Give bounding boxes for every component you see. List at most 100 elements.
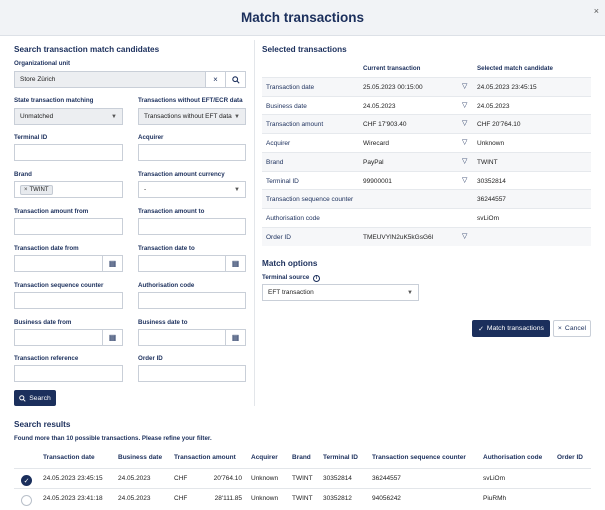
current-value: 24.05.2023	[363, 102, 396, 110]
org-unit-input[interactable]: Store Zürich	[14, 71, 206, 88]
business-from-input[interactable]	[14, 329, 103, 346]
filter-icon[interactable]: ▽	[462, 119, 467, 127]
amount-from-label: Transaction amount from	[14, 208, 89, 215]
auth-code-label: Authorisation code	[138, 282, 195, 289]
filter-icon[interactable]: ▽	[462, 232, 467, 240]
filter-icon[interactable]: ▽	[462, 101, 467, 109]
remove-tag-icon[interactable]: ×	[24, 187, 28, 193]
business-from-picker-button[interactable]: ▦	[102, 329, 123, 346]
business-from-label: Business date from	[14, 319, 72, 326]
amount-to-input[interactable]	[138, 218, 246, 235]
order-id-input[interactable]	[138, 365, 246, 382]
seq-counter-input[interactable]	[14, 292, 123, 309]
current-value: PayPal	[363, 158, 384, 166]
filter-icon[interactable]: ▽	[462, 176, 467, 184]
selected-heading: Selected transactions	[262, 45, 347, 54]
amount-currency-label: Transaction amount currency	[138, 171, 225, 178]
cell-currency: CHF	[174, 475, 188, 482]
cell-date: 24.05.2023 23:45:15	[43, 475, 103, 482]
brand-tag-label: TWINT	[29, 186, 49, 193]
amount-currency-value: -	[144, 186, 147, 193]
info-icon[interactable]: i	[313, 275, 321, 282]
filter-icon[interactable]: ▽	[462, 157, 467, 165]
results-notice: Found more than 10 possible transactions…	[14, 435, 212, 442]
business-to-input[interactable]	[138, 329, 226, 346]
row-label: Transaction amount	[266, 121, 324, 129]
selected-row: Terminal ID 99900001 ▽ 30352814	[262, 170, 591, 190]
column-divider	[254, 40, 255, 406]
selected-row: Acquirer Wirecard ▽ Unknown	[262, 133, 591, 152]
row-label: Order ID	[266, 233, 291, 241]
close-icon[interactable]: ×	[594, 6, 599, 16]
seq-counter-label: Transaction sequence counter	[14, 282, 104, 289]
filter-icon[interactable]: ▽	[462, 82, 467, 90]
table-row[interactable]: 24.05.2023 23:41:18 24.05.2023 CHF 28'111.8…	[14, 488, 591, 507]
terminal-source-select[interactable]: EFT transaction ▼	[262, 284, 419, 301]
date-from-label: Transaction date from	[14, 245, 79, 252]
date-from-picker-button[interactable]: ▦	[102, 255, 123, 272]
reference-input[interactable]	[14, 365, 123, 382]
state-matching-value: Unmatched	[20, 113, 54, 120]
auth-code-input[interactable]	[138, 292, 246, 309]
close-icon: ×	[557, 325, 562, 332]
filter-icon[interactable]: ▽	[462, 138, 467, 146]
match-candidate-col: Selected match candidate	[477, 65, 553, 72]
selected-row: Brand PayPal ▽ TWINT	[262, 151, 591, 171]
candidate-value: 36244557	[477, 196, 506, 204]
org-unit-label: Organizational unit	[14, 60, 71, 67]
amount-currency-select[interactable]: - ▼	[138, 181, 246, 198]
without-eft-value: Transactions without EFT data	[144, 113, 232, 120]
row-label: Business date	[266, 102, 307, 110]
search-org-unit-button[interactable]	[225, 71, 246, 88]
results-header-row: Transaction date Business date Transaction…	[14, 450, 591, 466]
date-from-input[interactable]	[14, 255, 103, 272]
candidate-value: CHF 20'764.10	[477, 121, 521, 129]
acquirer-input[interactable]	[138, 144, 246, 161]
cell-business-date: 24.05.2023	[118, 475, 151, 482]
search-button[interactable]: Search	[14, 390, 56, 406]
match-button-label: Match transactions	[486, 325, 544, 332]
row-label: Transaction sequence counter	[266, 196, 354, 204]
amount-from-input[interactable]	[14, 218, 123, 235]
calendar-icon: ▦	[108, 259, 117, 268]
results-column-header: Brand	[292, 454, 311, 461]
terminal-source-label: Terminal source i	[262, 274, 321, 282]
radio-icon[interactable]	[21, 495, 32, 506]
row-label: Transaction date	[266, 84, 315, 91]
candidate-value: Unknown	[477, 140, 505, 148]
row-label: Authorisation code	[266, 214, 320, 222]
without-eft-select[interactable]: Transactions without EFT data ▼	[138, 108, 246, 125]
radio-checked-icon[interactable]: ✓	[21, 475, 32, 486]
brand-label: Brand	[14, 171, 32, 178]
chevron-down-icon: ▼	[111, 114, 117, 120]
cell-brand: TWINT	[292, 495, 313, 502]
brand-input[interactable]: × TWINT	[14, 181, 123, 198]
cell-date: 24.05.2023 23:41:18	[43, 495, 103, 502]
reference-label: Transaction reference	[14, 355, 79, 362]
order-id-label: Order ID	[138, 355, 163, 362]
match-transactions-button[interactable]: ✓ Match transactions	[472, 320, 550, 337]
current-value: CHF 17'903.40	[363, 121, 407, 129]
date-to-label: Transaction date to	[138, 245, 195, 252]
business-to-picker-button[interactable]: ▦	[225, 329, 246, 346]
cancel-button[interactable]: × Cancel	[553, 320, 591, 337]
chevron-down-icon: ▼	[234, 114, 240, 120]
business-to-label: Business date to	[138, 319, 188, 326]
table-row[interactable]: ✓ 24.05.2023 23:45:15 24.05.2023 CHF 20'764.…	[14, 468, 591, 487]
terminal-id-input[interactable]	[14, 144, 123, 161]
cell-amount: 28'111.85	[214, 495, 242, 502]
selected-row: Order ID TMEUVYlN2uK5kGsG6l ▽	[262, 226, 591, 246]
search-icon	[19, 394, 26, 402]
state-matching-select[interactable]: Unmatched ▼	[14, 108, 123, 125]
selected-row: Business date 24.05.2023 ▽ 24.05.2023	[262, 95, 591, 115]
candidate-value: svLiOm	[477, 214, 500, 222]
current-value: TMEUVYlN2uK5kGsG6l	[363, 233, 434, 241]
cell-terminal-id: 30352812	[323, 495, 352, 502]
brand-tag[interactable]: × TWINT	[20, 184, 53, 195]
current-value: Wirecard	[363, 140, 390, 148]
selected-row: Transaction amount CHF 17'903.40 ▽ CHF 20'7…	[262, 114, 591, 134]
date-to-picker-button[interactable]: ▦	[225, 255, 246, 272]
candidate-value: 24.05.2023	[477, 102, 510, 110]
clear-org-unit-button[interactable]: ×	[205, 71, 226, 88]
date-to-input[interactable]	[138, 255, 226, 272]
